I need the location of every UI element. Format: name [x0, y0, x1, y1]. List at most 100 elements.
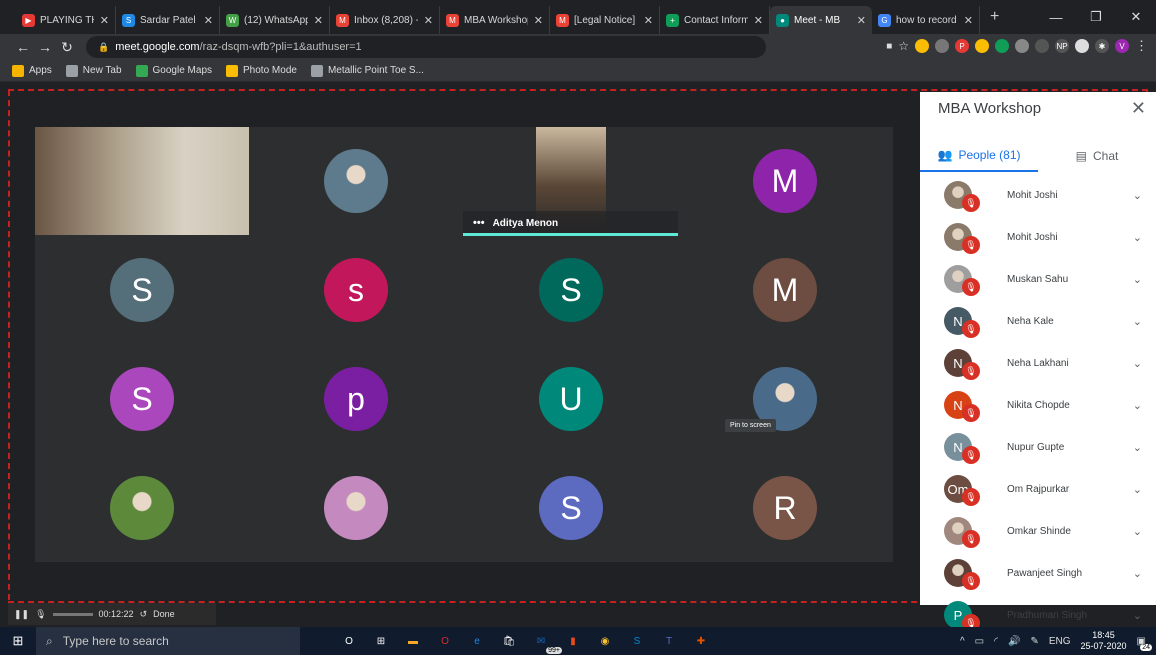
taskbar-app-icon[interactable]: O [340, 632, 358, 650]
browser-tab[interactable]: M MBA Workshop ✕ [440, 6, 550, 34]
participant-tile[interactable] [678, 345, 892, 453]
participant-row[interactable]: N 🎙 Neha Kale ⌄ [920, 300, 1156, 342]
participant-tile[interactable]: M [678, 236, 892, 344]
extension-icon[interactable] [1075, 39, 1089, 53]
bookmark-item[interactable]: New Tab [65, 64, 122, 77]
tab-close-icon[interactable]: ✕ [754, 14, 763, 27]
participant-tile[interactable]: U [464, 345, 678, 453]
volume-icon[interactable]: 🔊 [1008, 636, 1020, 647]
participant-tile[interactable]: S [464, 454, 678, 562]
close-window-button[interactable]: ✕ [1116, 9, 1156, 25]
close-panel-icon[interactable]: ✕ [1131, 98, 1146, 119]
browser-tab[interactable]: W (12) WhatsApp ✕ [220, 6, 330, 34]
maximize-button[interactable]: ❐ [1076, 9, 1116, 25]
chevron-up-icon[interactable]: ^ [960, 636, 965, 647]
tab-close-icon[interactable]: ✕ [644, 14, 653, 27]
taskbar-app-icon[interactable]: S [628, 632, 646, 650]
extension-icon[interactable]: ✱ [1095, 39, 1109, 53]
tab-close-icon[interactable]: ✕ [534, 14, 543, 27]
chevron-down-icon[interactable]: ⌄ [1133, 483, 1142, 496]
camera-icon[interactable]: ■ [886, 41, 892, 52]
chevron-down-icon[interactable]: ⌄ [1133, 315, 1142, 328]
participant-row[interactable]: N 🎙 Neha Lakhani ⌄ [920, 342, 1156, 384]
participant-tile[interactable]: S [35, 345, 249, 453]
participant-row[interactable]: 🎙 Mohit Joshi ⌄ [920, 174, 1156, 216]
extension-icon[interactable]: V [1115, 39, 1129, 53]
participant-tile[interactable]: S [35, 236, 249, 344]
participant-tile[interactable]: s [249, 236, 463, 344]
taskbar-app-icon[interactable]: e [468, 632, 486, 650]
menu-icon[interactable]: ⋮ [1135, 38, 1148, 54]
reload-icon[interactable]: ↻ [56, 39, 78, 56]
extension-icon[interactable] [995, 39, 1009, 53]
participant-row[interactable]: 🎙 Pawanjeet Singh ⌄ [920, 552, 1156, 594]
participant-tile[interactable] [35, 454, 249, 562]
browser-tab[interactable]: Ghow to record ✕ [872, 6, 980, 34]
notification-icon[interactable]: ▣ 24 [1137, 636, 1152, 651]
star-icon[interactable]: ☆ [898, 39, 909, 53]
participant-tile[interactable]: M [678, 127, 892, 235]
chevron-down-icon[interactable]: ⌄ [1133, 189, 1142, 202]
extension-icon[interactable] [1035, 39, 1049, 53]
participant-tile[interactable]: R [678, 454, 892, 562]
chevron-down-icon[interactable]: ⌄ [1133, 231, 1142, 244]
chevron-down-icon[interactable]: ⌄ [1133, 273, 1142, 286]
participant-row[interactable]: 🎙 Muskan Sahu ⌄ [920, 258, 1156, 300]
chevron-down-icon[interactable]: ⌄ [1133, 399, 1142, 412]
browser-tab[interactable]: M Inbox (8,208) - ✕ [330, 6, 440, 34]
bookmark-item[interactable]: Metallic Point Toe S... [310, 64, 424, 77]
forward-icon[interactable]: → [34, 39, 56, 55]
browser-tab[interactable]: ▶ PLAYING THE ✕ [16, 6, 116, 34]
browser-tab[interactable]: S Sardar Patel Ins ✕ [116, 6, 220, 34]
undo-icon[interactable]: ↺ [140, 609, 148, 620]
windows-start-icon[interactable]: ⊞ [0, 633, 36, 649]
taskbar-app-icon[interactable]: T [660, 632, 678, 650]
done-button[interactable]: Done [153, 609, 175, 619]
bookmark-item[interactable]: Google Maps [135, 64, 212, 77]
bookmark-item[interactable]: Photo Mode [226, 64, 297, 77]
back-icon[interactable]: ← [12, 39, 34, 55]
participant-row[interactable]: N 🎙 Nikita Chopde ⌄ [920, 384, 1156, 426]
extension-icon[interactable] [915, 39, 929, 53]
bookmark-item[interactable]: Apps [12, 64, 52, 77]
more-options-icon[interactable]: ••• [473, 217, 485, 229]
participant-row[interactable]: 🎙 Omkar Shinde ⌄ [920, 510, 1156, 552]
participant-tile[interactable]: p [249, 345, 463, 453]
participant-row[interactable]: 🎙 Mohit Joshi ⌄ [920, 216, 1156, 258]
extension-icon[interactable]: NP [1055, 39, 1069, 53]
tab-close-icon[interactable]: ✕ [314, 14, 323, 27]
battery-icon[interactable]: ▭ [975, 636, 984, 647]
participant-tile[interactable] [35, 127, 249, 235]
participant-row[interactable]: N 🎙 Nupur Gupte ⌄ [920, 426, 1156, 468]
tab-chat[interactable]: ▤ Chat [1038, 140, 1156, 172]
tab-close-icon[interactable]: ✕ [100, 14, 109, 27]
taskbar-app-icon[interactable]: ◉ [596, 632, 614, 650]
taskbar-app-icon[interactable]: O [436, 632, 454, 650]
browser-tab[interactable]: ● Meet - MB ✕ [770, 6, 872, 34]
tab-close-icon[interactable]: ✕ [204, 14, 213, 27]
chevron-down-icon[interactable]: ⌄ [1133, 609, 1142, 622]
mic-icon[interactable]: 🎙 [35, 609, 46, 620]
tab-people[interactable]: 👥 People (81) [920, 140, 1038, 172]
extension-icon[interactable]: P [955, 39, 969, 53]
taskbar-app-icon[interactable]: ⊞ [372, 632, 390, 650]
taskbar-app-icon[interactable]: ▮ [564, 632, 582, 650]
tab-close-icon[interactable]: ✕ [857, 14, 866, 27]
minimize-button[interactable]: — [1036, 10, 1076, 25]
new-tab-button[interactable]: + [990, 8, 999, 26]
participant-tile[interactable]: S [464, 236, 678, 344]
tab-close-icon[interactable]: ✕ [964, 14, 973, 27]
taskbar-app-icon[interactable]: ✚ [692, 632, 710, 650]
extension-icon[interactable] [1015, 39, 1029, 53]
taskbar-app-icon[interactable]: ✉ 99+ [532, 632, 562, 654]
chevron-down-icon[interactable]: ⌄ [1133, 357, 1142, 370]
participant-tile[interactable] [249, 127, 463, 235]
participant-row[interactable]: Om 🎙 Om Rajpurkar ⌄ [920, 468, 1156, 510]
browser-tab[interactable]: + Contact Inform ✕ [660, 6, 770, 34]
taskbar-app-icon[interactable]: ▬ [404, 632, 422, 650]
taskbar-search-input[interactable]: ⌕ Type here to search [36, 627, 300, 655]
pause-icon[interactable]: ❚❚ [14, 609, 29, 620]
url-input[interactable]: 🔒 meet.google.com /raz-dsqm-wfb?pli=1&au… [86, 36, 766, 58]
extension-icon[interactable] [935, 39, 949, 53]
pen-icon[interactable]: ✎ [1030, 636, 1038, 647]
